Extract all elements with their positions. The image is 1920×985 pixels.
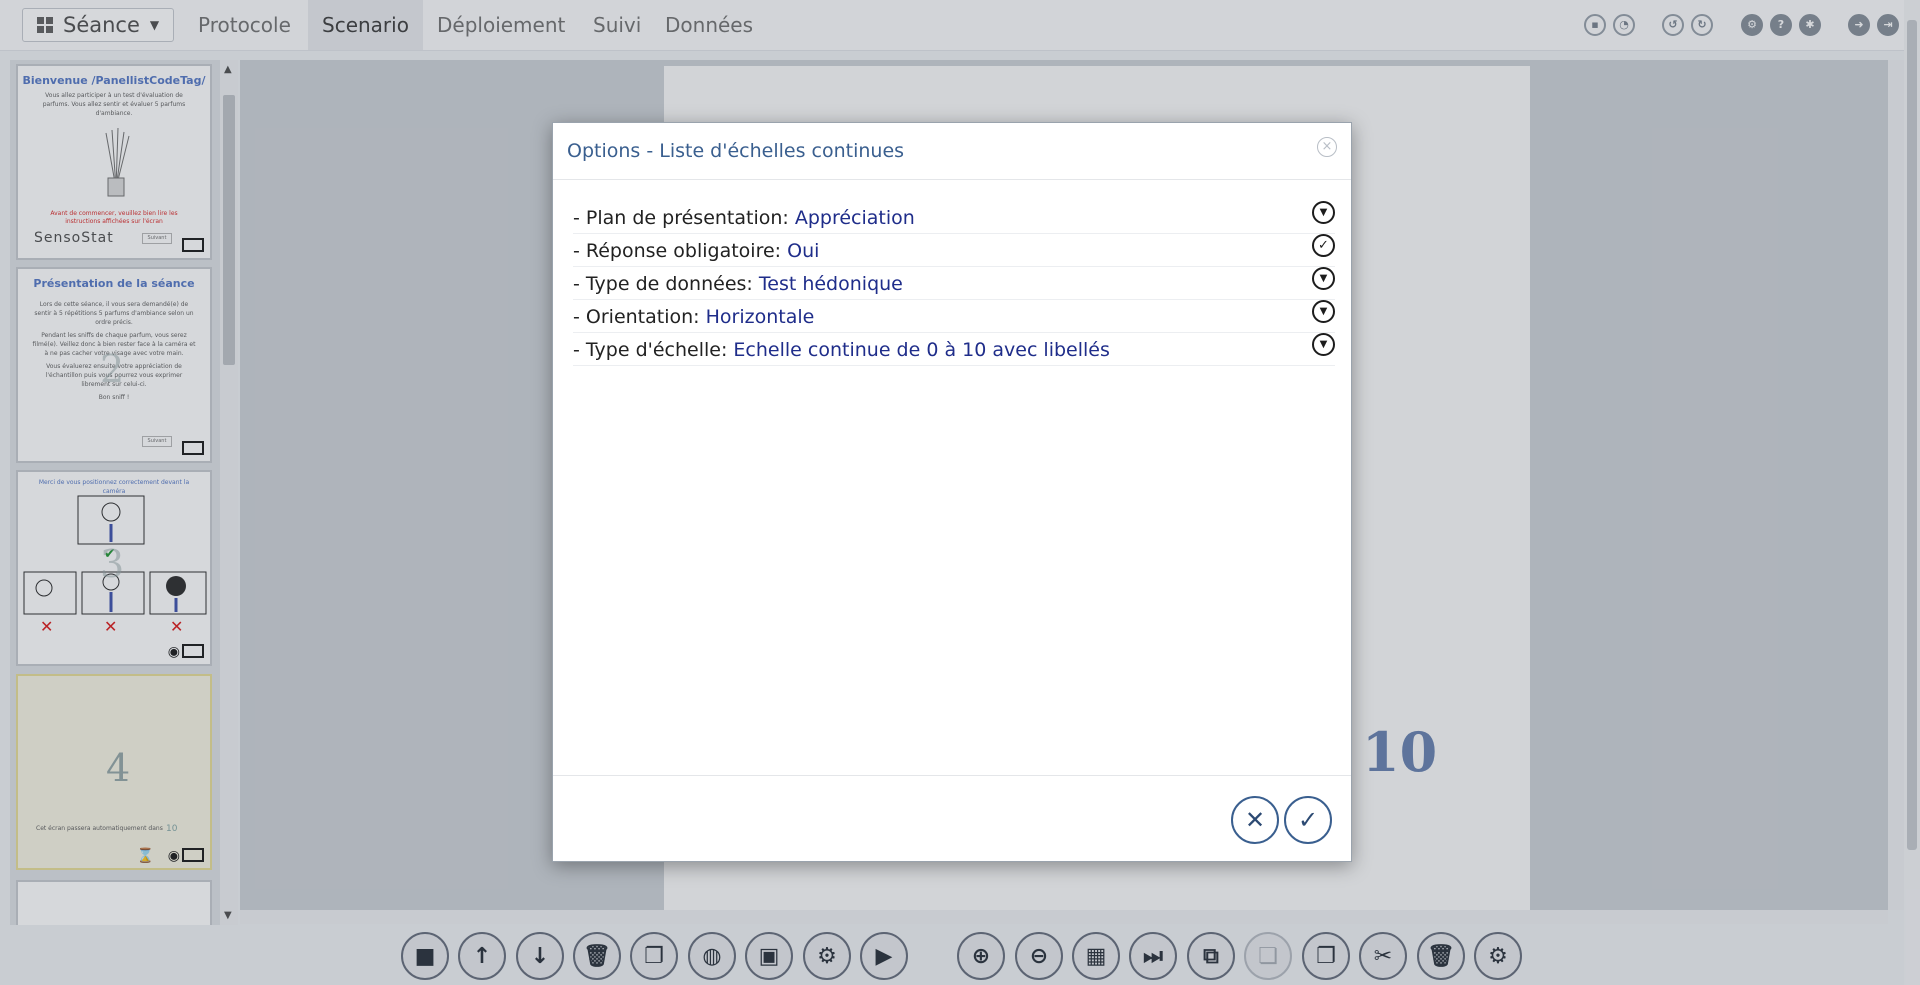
option-name: - Orientation: bbox=[573, 306, 700, 328]
option-type-donnees[interactable]: - Type de données: Test hédonique ▼ bbox=[573, 267, 1335, 300]
option-type-echelle[interactable]: - Type d'échelle: Echelle continue de 0 … bbox=[573, 333, 1335, 366]
options-list: - Plan de présentation: Appréciation ▼ -… bbox=[573, 201, 1335, 366]
option-name: - Plan de présentation: bbox=[573, 207, 789, 229]
cancel-button[interactable]: ✕ bbox=[1231, 796, 1279, 844]
option-label-orientation: - Orientation: Horizontale bbox=[573, 306, 814, 328]
chevron-down-circle-icon[interactable]: ▼ bbox=[1312, 333, 1335, 356]
check-circle-icon[interactable]: ✓ bbox=[1312, 234, 1335, 257]
option-label-plan-presentation: - Plan de présentation: Appréciation bbox=[573, 207, 915, 229]
chevron-down-circle-icon[interactable]: ▼ bbox=[1312, 201, 1335, 224]
dialog-footer: ✕ ✓ bbox=[553, 775, 1351, 862]
option-label-type-donnees: - Type de données: Test hédonique bbox=[573, 273, 903, 295]
option-name: - Type d'échelle: bbox=[573, 339, 728, 361]
option-value: Echelle continue de 0 à 10 avec libellés bbox=[733, 339, 1110, 361]
confirm-button[interactable]: ✓ bbox=[1284, 796, 1332, 844]
option-plan-presentation[interactable]: - Plan de présentation: Appréciation ▼ bbox=[573, 201, 1335, 234]
option-value: Test hédonique bbox=[758, 273, 903, 295]
option-name: - Réponse obligatoire: bbox=[573, 240, 782, 262]
option-value: Oui bbox=[787, 240, 820, 262]
option-label-reponse-obligatoire: - Réponse obligatoire: Oui bbox=[573, 240, 819, 262]
chevron-down-circle-icon[interactable]: ▼ bbox=[1312, 300, 1335, 323]
dialog-header: Options - Liste d'échelles continues × bbox=[553, 123, 1351, 180]
option-name: - Type de données: bbox=[573, 273, 753, 295]
dialog-title: Options - Liste d'échelles continues bbox=[567, 140, 905, 162]
check-icon: ✓ bbox=[1297, 806, 1319, 834]
option-reponse-obligatoire[interactable]: - Réponse obligatoire: Oui ✓ bbox=[573, 234, 1335, 267]
option-label-type-echelle: - Type d'échelle: Echelle continue de 0 … bbox=[573, 339, 1110, 361]
close-icon: ✕ bbox=[1244, 806, 1266, 834]
chevron-down-circle-icon[interactable]: ▼ bbox=[1312, 267, 1335, 290]
options-dialog: Options - Liste d'échelles continues × -… bbox=[552, 122, 1352, 862]
close-icon[interactable]: × bbox=[1317, 137, 1337, 157]
option-value: Appréciation bbox=[794, 207, 915, 229]
option-value: Horizontale bbox=[705, 306, 815, 328]
option-orientation[interactable]: - Orientation: Horizontale ▼ bbox=[573, 300, 1335, 333]
